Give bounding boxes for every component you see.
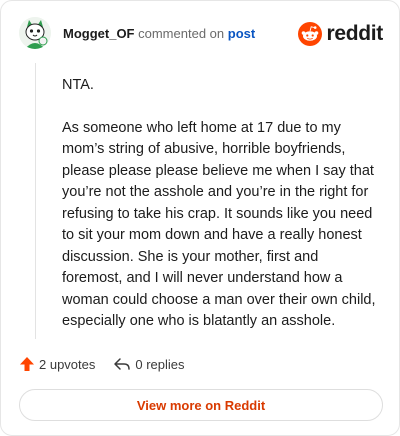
upvote-arrow-icon — [20, 357, 34, 371]
reddit-logo[interactable]: reddit — [298, 21, 383, 47]
reddit-snoo-icon — [298, 22, 323, 46]
comment-body: NTA. As someone who left home at 17 due … — [62, 75, 380, 354]
reddit-wordmark: reddit — [326, 22, 383, 45]
upvote-count: 2 upvotes — [39, 356, 96, 372]
upvote-button[interactable]: 2 upvotes — [19, 356, 95, 372]
view-more-button[interactable]: View more on Reddit — [19, 389, 383, 421]
avatar[interactable] — [19, 17, 51, 49]
comment-actions: 2 upvotes 0 replies — [19, 353, 203, 375]
comment-paragraph: NTA. — [62, 77, 94, 93]
comment-header: Mogget_OF commented on post reddit — [19, 17, 383, 51]
username-link[interactable]: Mogget_OF — [63, 26, 135, 41]
reply-button[interactable]: 0 replies — [113, 356, 185, 372]
reply-count: 0 replies — [135, 356, 185, 372]
cat-avatar-icon — [19, 17, 51, 49]
post-link[interactable]: post — [228, 26, 255, 41]
commented-label: commented on — [138, 26, 225, 41]
embed-card: Mogget_OF commented on post reddit NTA. … — [0, 0, 400, 436]
byline: Mogget_OF commented on post — [63, 26, 255, 41]
thread-line — [35, 63, 36, 339]
reply-arrow-icon — [114, 358, 131, 370]
comment-paragraph: As someone who left home at 17 due to my… — [62, 119, 376, 330]
